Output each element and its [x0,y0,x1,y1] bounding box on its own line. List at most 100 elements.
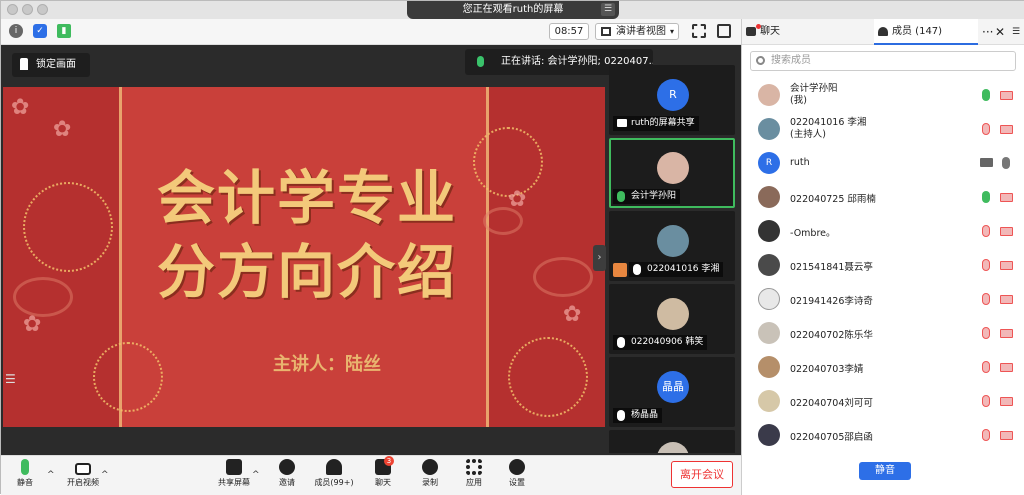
thumbnail-name-text: 022041016 李湘 [647,264,720,274]
participant-thumbnail[interactable] [609,430,735,453]
muted-microphone-icon[interactable] [982,327,990,339]
camera-off-icon[interactable] [1000,125,1013,134]
muted-microphone-icon [633,264,641,275]
avatar [657,298,689,330]
camera-off-icon[interactable] [1000,193,1013,202]
record-button[interactable]: 录制 [408,459,452,488]
zoom-window-button[interactable] [37,4,48,15]
muted-microphone-icon[interactable] [982,123,990,135]
microphone-icon [477,56,484,67]
avatar [657,442,689,453]
member-name: 022040725 邱雨楠 [790,194,876,205]
camera-off-icon[interactable] [1000,363,1013,372]
list-item[interactable]: 022041016 李湘 (主持人) [742,113,1024,147]
camera-off-icon[interactable] [1000,261,1013,270]
more-options-icon[interactable]: ··· [982,19,993,45]
participant-thumbnail[interactable]: 022040906 韩笑 [609,284,735,354]
viewing-banner: 您正在观看ruth的屏幕 ☰ [407,1,619,19]
info-icon[interactable]: i [9,24,23,38]
members-panel: 聊天 成员 (147) ··· ✕ ☰ 搜索成员 会计学孙阳 (我) 022041… [741,19,1024,495]
avatar [758,390,780,412]
camera-off-icon[interactable] [1000,431,1013,440]
members-label: 成员(99+) [314,478,354,487]
list-item[interactable]: 022040703李婧 [742,351,1024,385]
microphone-icon[interactable] [982,191,990,203]
drag-handle-icon[interactable]: ☰ [5,372,16,386]
avatar [758,356,780,378]
start-video-button[interactable]: 开启视频 [61,459,105,488]
host-badge-icon [613,263,627,277]
tab-chat[interactable]: 聊天 [742,19,872,45]
list-item[interactable]: R ruth [742,147,1024,181]
list-item[interactable]: 021541841聂云亭 [742,249,1024,283]
firework-decoration [93,342,163,412]
participant-thumbnails: R ruth的屏幕共享 会计学孙阳 022041016 李湘 022040906… [609,65,735,453]
muted-microphone-icon[interactable] [982,429,990,441]
participant-thumbnail[interactable]: 晶晶 杨晶晶 [609,357,735,427]
slide-title-line2: 分方向介绍 [156,238,457,306]
camera-off-icon[interactable] [1000,227,1013,236]
participant-thumbnail[interactable]: R ruth的屏幕共享 [609,65,735,135]
mute-all-button[interactable]: 静音 [859,462,911,480]
member-name: 021941426李诗奇 [790,296,873,307]
cloud-decoration [13,277,73,317]
meeting-controls: 静音 ^ 开启视频 ^ 共享屏幕 ^ 邀请 成员(99+) 3 聊天 录制 应用 … [1,455,741,495]
invite-button[interactable]: 邀请 [265,459,309,488]
member-search-input[interactable]: 搜索成员 [750,51,1016,71]
camera-off-icon[interactable] [1000,295,1013,304]
list-item[interactable]: 022040705邵启函 [742,419,1024,451]
tab-members[interactable]: 成员 (147) [874,19,978,45]
list-item[interactable]: 022040704刘可可 [742,385,1024,419]
camera-off-icon[interactable] [1000,91,1013,100]
avatar [758,220,780,242]
collapse-thumbnails-button[interactable]: › [593,245,606,271]
close-icon[interactable]: ✕ [995,19,1005,45]
drag-handle-icon[interactable]: ☰ [1012,19,1020,45]
avatar [657,225,689,257]
chevron-up-icon[interactable]: ^ [101,470,109,480]
participant-thumbnail[interactable]: 022041016 李湘 [609,211,735,281]
view-options-menu-icon[interactable]: ☰ [601,3,615,16]
lock-view-button[interactable]: 锁定画面 [12,53,90,77]
camera-off-icon[interactable] [1000,329,1013,338]
fullscreen-icon[interactable] [692,24,706,38]
chat-label: 聊天 [375,478,391,487]
muted-microphone-icon [617,337,625,348]
thumbnail-name: 022040906 韩笑 [613,335,708,350]
settings-button[interactable]: 设置 [495,459,539,488]
muted-microphone-icon[interactable] [982,225,990,237]
chevron-up-icon[interactable]: ^ [252,470,260,480]
view-mode-select[interactable]: 演讲者视图 ▾ [595,23,679,40]
chevron-up-icon[interactable]: ^ [47,470,55,480]
camera-off-icon[interactable] [1000,397,1013,406]
apps-button[interactable]: 应用 [452,459,496,488]
list-item[interactable]: 会计学孙阳 (我) [742,79,1024,113]
leave-meeting-button[interactable]: 离开会议 [671,461,733,488]
signal-strength-icon[interactable]: ▮ [57,24,71,38]
microphone-icon[interactable] [982,89,990,101]
share-screen-button[interactable]: 共享屏幕 [212,459,256,488]
record-icon [422,459,438,475]
chat-button[interactable]: 3 聊天 [361,456,405,488]
close-window-button[interactable] [7,4,18,15]
participant-thumbnail[interactable]: 会计学孙阳 [609,138,735,208]
thumbnail-name-text: 会计学孙阳 [631,191,677,201]
thumbnail-name: 会计学孙阳 [613,189,681,204]
mute-button[interactable]: 静音 [3,459,47,488]
avatar [758,118,780,140]
microphone-icon[interactable] [1002,157,1010,169]
list-item[interactable]: 021941426李诗奇 [742,283,1024,317]
minimize-window-button[interactable] [22,4,33,15]
muted-microphone-icon[interactable] [982,259,990,271]
members-button[interactable]: 成员(99+) [312,459,356,488]
sidebar-toggle-icon[interactable] [717,24,731,38]
list-item[interactable]: 022040702陈乐华 [742,317,1024,351]
muted-microphone-icon[interactable] [982,361,990,373]
list-item[interactable]: -Ombre。 [742,215,1024,249]
muted-microphone-icon[interactable] [982,293,990,305]
security-shield-icon[interactable]: ✓ [33,24,47,38]
meeting-toolbar: i ✓ ▮ 08:57 演讲者视图 ▾ [1,19,741,45]
muted-microphone-icon[interactable] [982,395,990,407]
list-item[interactable]: 022040725 邱雨楠 [742,181,1024,215]
blossom-decoration: ✿ [23,312,42,337]
